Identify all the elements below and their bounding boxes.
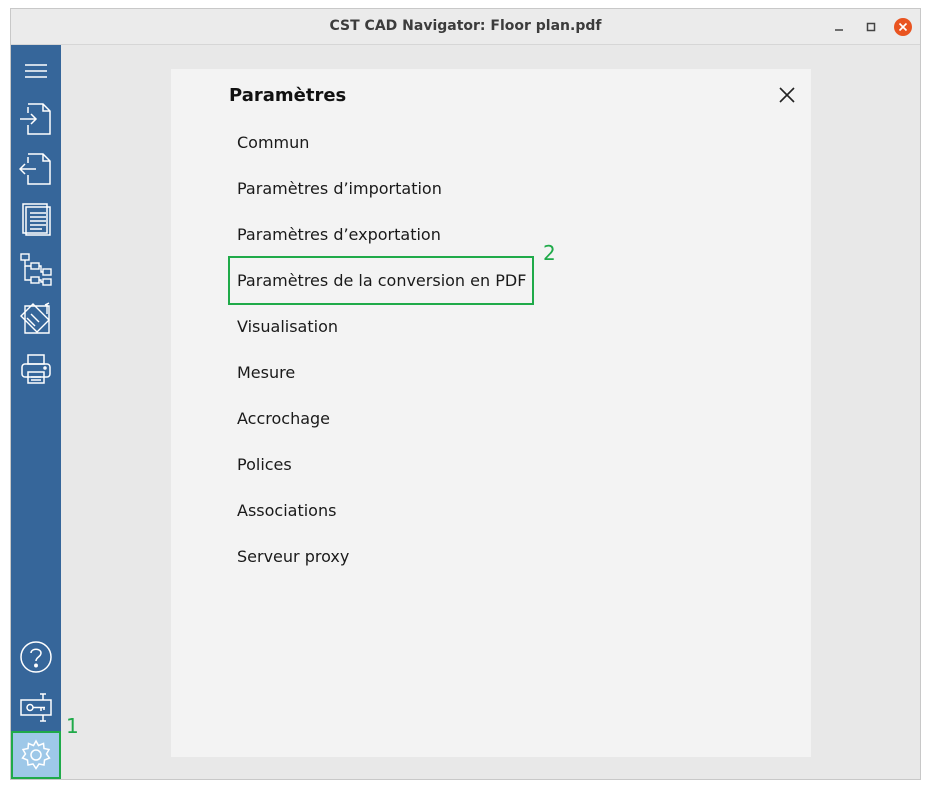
settings-item-accrochage[interactable]: Accrochage — [237, 409, 330, 428]
maximize-button[interactable] — [862, 18, 880, 36]
help-icon — [20, 641, 52, 673]
settings-item-proxy[interactable]: Serveur proxy — [237, 547, 349, 566]
settings-item-commun[interactable]: Commun — [237, 133, 309, 152]
maximize-icon — [866, 22, 876, 32]
minimize-icon — [835, 29, 843, 31]
window-close-button[interactable] — [894, 18, 912, 36]
sidebar-export-button[interactable] — [11, 145, 61, 193]
import-file-icon — [20, 103, 51, 135]
settings-title: Paramètres — [229, 85, 347, 106]
sidebar-drawing-tools-button[interactable] — [11, 295, 61, 343]
settings-item-mesure[interactable]: Mesure — [237, 363, 295, 382]
sidebar-help-button[interactable] — [11, 633, 61, 681]
highlight-box — [228, 256, 534, 305]
settings-item-visualisation[interactable]: Visualisation — [237, 317, 338, 336]
sidebar-print-button[interactable] — [11, 345, 61, 393]
app-window: CST CAD Navigator: Floor plan.pdf Paramè… — [10, 8, 921, 780]
sidebar-settings-button[interactable] — [11, 731, 61, 779]
settings-item-export[interactable]: Paramètres d’exportation — [237, 225, 441, 244]
settings-gear-icon — [21, 739, 51, 770]
settings-item-polices[interactable]: Polices — [237, 455, 292, 474]
sidebar-import-button[interactable] — [11, 95, 61, 143]
settings-item-associations[interactable]: Associations — [237, 501, 336, 520]
printer-icon — [21, 354, 51, 384]
settings-close-button[interactable] — [777, 85, 797, 105]
drawing-tools-icon — [20, 302, 50, 334]
callout-number-2: 2 — [543, 241, 556, 265]
sidebar-menu-button[interactable] — [11, 47, 61, 95]
settings-panel: Paramètres Commun Paramètres d’importati… — [171, 69, 811, 757]
sidebar-layers-button[interactable] — [11, 245, 61, 293]
document-list-icon — [22, 203, 51, 236]
license-key-icon — [20, 693, 52, 722]
close-icon — [898, 22, 908, 32]
hamburger-menu-icon — [25, 64, 47, 78]
callout-number-1: 1 — [66, 714, 79, 738]
export-file-icon — [19, 153, 51, 185]
sidebar — [11, 45, 61, 779]
close-icon — [779, 87, 795, 103]
window-title: CST CAD Navigator: Floor plan.pdf — [329, 18, 602, 34]
settings-item-import[interactable]: Paramètres d’importation — [237, 179, 442, 198]
minimize-button[interactable] — [830, 18, 848, 36]
sidebar-license-button[interactable] — [11, 683, 61, 731]
sidebar-documents-button[interactable] — [11, 195, 61, 243]
layer-tree-icon — [20, 253, 52, 286]
title-bar: CST CAD Navigator: Floor plan.pdf — [11, 9, 920, 45]
